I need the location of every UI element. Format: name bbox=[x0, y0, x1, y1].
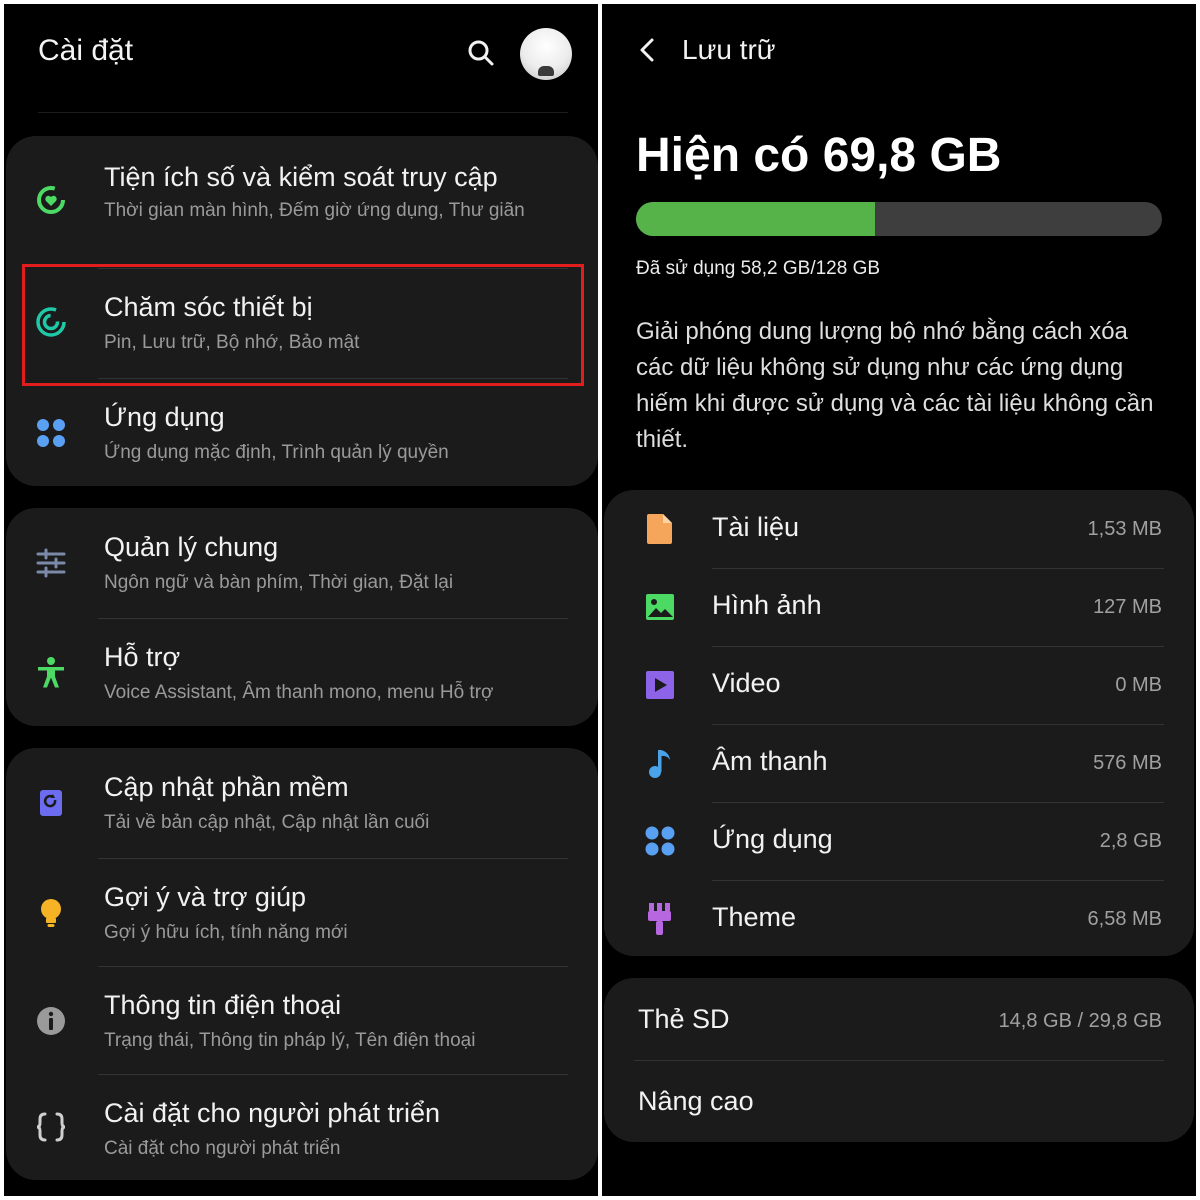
item-subtitle: Thời gian màn hình, Đếm giờ ứng dụng, Th… bbox=[104, 200, 525, 221]
apps-icon bbox=[34, 416, 68, 450]
category-apps[interactable]: Ứng dụng 2,8 GB bbox=[604, 802, 1194, 880]
storage-usage-fill bbox=[636, 202, 876, 236]
settings-item-accessibility[interactable]: Hỗ trợ Voice Assistant, Âm thanh mono, m… bbox=[6, 618, 598, 726]
item-subtitle: Tải về bản cập nhật, Cập nhật lần cuối bbox=[104, 812, 430, 833]
digital-wellbeing-icon bbox=[34, 183, 68, 217]
item-title: Thông tin điện thoại bbox=[104, 990, 342, 1020]
avatar[interactable] bbox=[520, 28, 572, 80]
item-subtitle: Voice Assistant, Âm thanh mono, menu Hỗ … bbox=[104, 682, 494, 703]
category-label: Âm thanh bbox=[712, 746, 828, 776]
item-subtitle: Ngôn ngữ và bàn phím, Thời gian, Đặt lại bbox=[104, 572, 454, 593]
item-subtitle: Gợi ý hữu ích, tính năng mới bbox=[104, 922, 348, 943]
item-title: Cập nhật phần mềm bbox=[104, 772, 349, 802]
settings-item-digital-wellbeing[interactable]: Tiện ích số và kiểm soát truy cập Thời g… bbox=[6, 136, 598, 266]
category-documents[interactable]: Tài liệu 1,53 MB bbox=[604, 490, 1194, 568]
divider bbox=[38, 112, 568, 113]
settings-group-3: Cập nhật phần mềm Tải về bản cập nhật, C… bbox=[6, 748, 598, 1180]
back-arrow-icon[interactable] bbox=[636, 34, 658, 66]
category-label: Ứng dụng bbox=[712, 824, 833, 854]
settings-item-software-update[interactable]: Cập nhật phần mềm Tải về bản cập nhật, C… bbox=[6, 748, 598, 856]
category-size: 2,8 GB bbox=[1099, 830, 1162, 852]
item-title: Cài đặt cho người phát triển bbox=[104, 1098, 440, 1128]
category-video[interactable]: Video 0 MB bbox=[604, 646, 1194, 724]
settings-item-general-management[interactable]: Quản lý chung Ngôn ngữ và bàn phím, Thời… bbox=[6, 508, 598, 616]
theme-brush-icon bbox=[642, 901, 678, 937]
settings-group-2: Quản lý chung Ngôn ngữ và bàn phím, Thời… bbox=[6, 508, 598, 726]
storage-categories: Tài liệu 1,53 MB Hình ảnh 127 MB Video 0… bbox=[604, 490, 1194, 956]
storage-usage-bar bbox=[636, 202, 1162, 236]
item-title: Tiện ích số và kiểm soát truy cập bbox=[104, 162, 498, 192]
settings-item-tips[interactable]: Gợi ý và trợ giúp Gợi ý hữu ích, tính nă… bbox=[6, 858, 598, 966]
software-update-icon bbox=[34, 786, 68, 820]
apps-icon bbox=[642, 823, 678, 859]
braces-icon bbox=[34, 1110, 68, 1144]
item-title: Ứng dụng bbox=[104, 402, 225, 432]
settings-screen: Cài đặt Tiện ích số và kiểm soát truy cậ… bbox=[4, 4, 598, 1196]
advanced-label: Nâng cao bbox=[638, 1086, 754, 1116]
storage-extra-options: Thẻ SD 14,8 GB / 29,8 GB Nâng cao bbox=[604, 978, 1194, 1142]
highlight-box bbox=[22, 264, 584, 386]
sd-card-label: Thẻ SD bbox=[638, 1004, 730, 1034]
category-label: Tài liệu bbox=[712, 512, 800, 542]
item-subtitle: Cài đặt cho người phát triển bbox=[104, 1138, 341, 1159]
advanced-item[interactable]: Nâng cao bbox=[604, 1060, 1194, 1142]
storage-screen: Lưu trữ Hiện có 69,8 GB Đã sử dụng 58,2 … bbox=[602, 4, 1196, 1196]
page-title: Lưu trữ bbox=[682, 34, 776, 65]
sd-card-item[interactable]: Thẻ SD 14,8 GB / 29,8 GB bbox=[604, 978, 1194, 1060]
category-size: 1,53 MB bbox=[1087, 518, 1162, 540]
settings-item-apps[interactable]: Ứng dụng Ứng dụng mặc định, Trình quản l… bbox=[6, 378, 598, 486]
category-size: 127 MB bbox=[1093, 596, 1162, 618]
category-size: 576 MB bbox=[1093, 752, 1162, 774]
accessibility-icon bbox=[34, 656, 68, 690]
page-title: Cài đặt bbox=[38, 34, 134, 67]
document-icon bbox=[642, 511, 678, 547]
search-icon[interactable] bbox=[466, 38, 496, 68]
lightbulb-icon bbox=[34, 896, 68, 930]
sliders-icon bbox=[34, 546, 68, 580]
used-storage-text: Đã sử dụng 58,2 GB/128 GB bbox=[636, 258, 881, 279]
category-theme[interactable]: Theme 6,58 MB bbox=[604, 880, 1194, 958]
settings-item-about-phone[interactable]: Thông tin điện thoại Trạng thái, Thông t… bbox=[6, 966, 598, 1074]
item-title: Gợi ý và trợ giúp bbox=[104, 882, 306, 912]
item-title: Quản lý chung bbox=[104, 532, 279, 562]
info-icon bbox=[34, 1004, 68, 1038]
category-images[interactable]: Hình ảnh 127 MB bbox=[604, 568, 1194, 646]
music-note-icon bbox=[642, 745, 678, 781]
available-storage: Hiện có 69,8 GB bbox=[636, 129, 1002, 182]
video-icon bbox=[642, 667, 678, 703]
category-label: Video bbox=[712, 668, 781, 698]
category-size: 6,58 MB bbox=[1087, 908, 1162, 930]
item-subtitle: Ứng dụng mặc định, Trình quản lý quyền bbox=[104, 442, 449, 463]
settings-item-developer-options[interactable]: Cài đặt cho người phát triển Cài đặt cho… bbox=[6, 1074, 598, 1180]
category-size: 0 MB bbox=[1115, 674, 1162, 696]
item-subtitle: Trạng thái, Thông tin pháp lý, Tên điện … bbox=[104, 1030, 476, 1051]
image-icon bbox=[642, 589, 678, 625]
item-title: Hỗ trợ bbox=[104, 642, 181, 672]
category-label: Theme bbox=[712, 902, 797, 932]
category-label: Hình ảnh bbox=[712, 590, 822, 620]
storage-description: Giải phóng dung lượng bộ nhớ bằng cách x… bbox=[636, 318, 1154, 453]
sd-card-size: 14,8 GB / 29,8 GB bbox=[998, 1010, 1162, 1032]
category-audio[interactable]: Âm thanh 576 MB bbox=[604, 724, 1194, 802]
